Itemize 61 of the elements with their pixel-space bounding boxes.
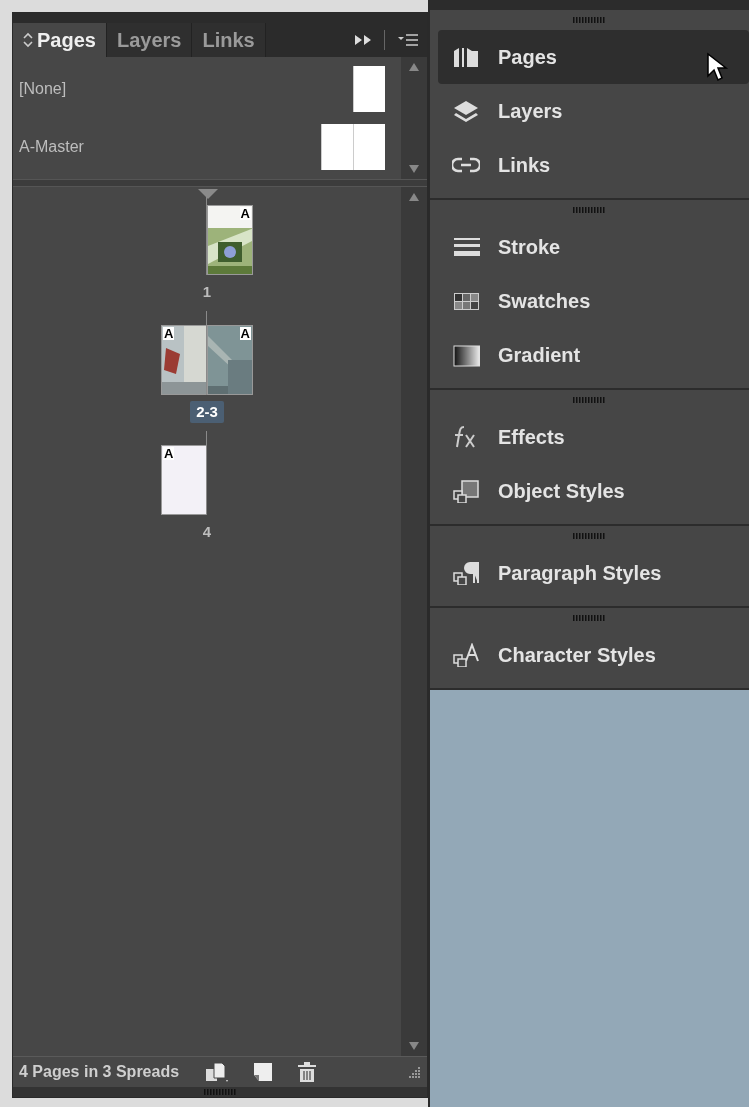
panel-button[interactable]: Layers: [438, 84, 749, 138]
panel-button[interactable]: Swatches: [438, 274, 749, 328]
scrollbar[interactable]: [401, 57, 427, 179]
gradient-icon: [452, 343, 480, 367]
panel-menu-button[interactable]: [397, 33, 419, 47]
stroke-icon: [452, 235, 480, 259]
cursor-icon: [706, 52, 730, 82]
pages-icon: [205, 1061, 230, 1083]
page-number[interactable]: 1: [202, 281, 212, 303]
delete-button[interactable]: [297, 1061, 318, 1083]
scroll-up-icon: [409, 193, 419, 201]
page-thumbnail: [353, 66, 385, 112]
panel-tab[interactable]: Layers: [106, 23, 193, 57]
master-item[interactable]: A-Master: [19, 123, 385, 171]
double-arrow-icon: [354, 34, 372, 46]
grip-icon: [573, 17, 606, 23]
page-thumbnail: [321, 124, 353, 170]
grip-icon: [203, 1089, 237, 1095]
pages-icon: [452, 45, 480, 69]
page-number[interactable]: 2-3: [190, 401, 224, 423]
object-styles-icon: [452, 479, 480, 503]
panel-button[interactable]: Gradient: [438, 328, 749, 382]
status-text: 4 Pages in 3 Spreads: [19, 1062, 180, 1082]
grip-icon: [573, 615, 606, 621]
scroll-up-icon: [409, 63, 419, 71]
panel-button[interactable]: Effects: [438, 410, 749, 464]
panel-button[interactable]: Stroke: [438, 220, 749, 274]
resize-grip-icon: [407, 1065, 421, 1079]
trash-icon: [297, 1061, 318, 1083]
page-thumbnail[interactable]: A: [161, 325, 207, 395]
panel-button[interactable]: Links: [438, 138, 749, 192]
character-styles-icon: [452, 643, 480, 667]
new-page-button[interactable]: [253, 1062, 274, 1082]
panel-button[interactable]: Character Styles: [438, 628, 749, 682]
updown-chevron-icon: [23, 32, 33, 48]
collapse-button[interactable]: [354, 34, 372, 46]
master-item[interactable]: [None]: [19, 65, 385, 113]
panel-button[interactable]: Object Styles: [438, 464, 749, 518]
grip-icon: [573, 397, 606, 403]
menu-icon: [397, 33, 419, 47]
panel-tab[interactable]: Links: [192, 23, 266, 57]
layers-icon: [452, 99, 480, 123]
grip-icon: [573, 207, 606, 213]
panel-tab[interactable]: Pages: [13, 23, 107, 57]
panel-button[interactable]: Paragraph Styles: [438, 546, 749, 600]
page-thumbnail: [353, 124, 385, 170]
scroll-down-icon: [409, 165, 419, 173]
master-prefix: A: [163, 327, 175, 340]
scrollbar[interactable]: [401, 187, 427, 1056]
scroll-down-icon: [409, 1042, 419, 1050]
page-thumbnail[interactable]: A: [207, 205, 253, 275]
grip-icon: [573, 533, 606, 539]
page-thumbnail[interactable]: A: [207, 325, 253, 395]
page-thumbnail[interactable]: A: [161, 445, 207, 515]
paragraph-styles-icon: [452, 561, 480, 585]
page-number[interactable]: 4: [202, 521, 212, 543]
insertion-marker-icon: [198, 189, 218, 199]
master-prefix: A: [163, 447, 175, 460]
page-size-button[interactable]: [205, 1061, 230, 1083]
new-page-icon: [253, 1062, 274, 1082]
panel-button[interactable]: Pages: [438, 30, 749, 84]
